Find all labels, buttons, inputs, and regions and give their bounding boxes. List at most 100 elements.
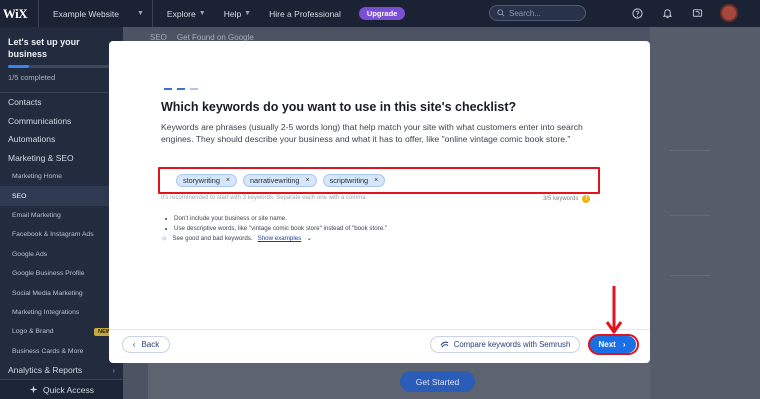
nav-help-label: Help [223,8,242,19]
keywords-modal: Which keywords do you want to use in thi… [109,41,650,363]
modal-heading: Which keywords do you want to use in thi… [161,100,517,114]
sidebar-item-label: Contacts [8,97,42,108]
sidebar-item-label: Automations [8,134,56,145]
show-examples-link[interactable]: Show examples [258,234,302,244]
background-line [670,275,710,276]
keywords-hint: It's recommended to start with 3 keyword… [161,195,368,201]
nav-explore-label: Explore [166,8,196,19]
search-placeholder: Search... [509,8,542,18]
chevron-down-icon: ▼ [136,10,144,17]
nav-hire-professional[interactable]: Hire a Professional [269,9,341,19]
quick-access-button[interactable]: Quick Access [0,379,123,399]
sidebar-subitem-label: Facebook & Instagram Ads [12,231,94,239]
divider [151,0,153,27]
chevron-down-icon[interactable]: ⌄ [306,234,312,244]
keyword-tag-label: storywriting [183,176,220,185]
sidebar-subitem-business-cards[interactable]: Business Cards & More [0,342,123,361]
modal-description: Keywords are phrases (usually 2-5 words … [161,122,583,145]
sidebar-subitem-label: Google Ads [12,250,48,258]
chevron-right-icon: › [112,365,115,375]
setup-progress-bar [8,65,115,68]
sidebar-subitem-google-business-profile[interactable]: Google Business Profile [0,264,123,283]
sidebar-item-contacts[interactable]: Contacts› [0,93,123,112]
sidebar-item-label: Communications [8,115,72,126]
sidebar-subitem-label: Business Cards & More [12,347,84,355]
chevron-down-icon: ▼ [244,10,252,17]
remove-tag-icon[interactable]: × [226,177,230,184]
sidebar-subitem-social-media-marketing[interactable]: Social Media Marketing [0,283,123,302]
user-avatar[interactable] [720,4,738,22]
quick-access-label: Quick Access [42,384,95,395]
site-selector[interactable]: Example Website ▼ [53,0,144,27]
compare-semrush-button[interactable]: Compare keywords with Semrush [430,336,580,353]
bullet-dot [165,218,167,220]
nav-explore[interactable]: Explore ▼ [167,9,206,19]
setup-widget[interactable]: Let's set up your business 1/5 completed [0,27,123,82]
sidebar-subitem-facebook-instagram-ads[interactable]: Facebook & Instagram Ads [0,225,123,244]
sidebar-item-label: Analytics & Reports [8,365,83,376]
keyword-tag[interactable]: narrativewriting × [243,174,317,187]
site-name: Example Website [53,8,119,19]
tip-item: Use descriptive words, like "vintage com… [161,224,387,234]
tip-text: Don't include your business or site name… [174,215,287,222]
bullet-dot [165,228,167,230]
keyword-tag[interactable]: scriptwriting × [322,174,386,187]
keyword-tips: Don't include your business or site name… [161,214,387,244]
top-icons [630,6,704,20]
red-highlight-annotation [588,334,639,355]
keyword-tag[interactable]: storywriting × [176,174,237,187]
sidebar-subitem-label: SEO [12,192,27,200]
search-input[interactable]: Search... [489,5,586,21]
upgrade-button[interactable]: Upgrade [358,7,406,20]
sidebar-item-label: Marketing & SEO [8,152,74,163]
keywords-input[interactable]: storywriting × narrativewriting × scriptwr… [158,167,600,194]
compare-semrush-label: Compare keywords with Semrush [453,340,571,349]
search-icon [497,9,505,17]
sidebar-item-communications[interactable]: Communications› [0,112,123,131]
sidebar-subitem-label: Google Business Profile [12,270,85,278]
divider [38,0,39,27]
sidebar-item-analytics-reports[interactable]: Analytics & Reports › [0,361,123,380]
nav-hire-label: Hire a Professional [269,8,341,19]
quick-access-icon [29,385,38,394]
background-right-panel [650,27,760,399]
sidebar-subitem-google-ads[interactable]: Google Ads [0,245,123,264]
get-started-button[interactable]: Get Started [400,371,475,392]
step-marker [190,88,198,90]
remove-tag-icon[interactable]: × [374,177,378,184]
wix-logo[interactable]: WiX [0,6,30,22]
sidebar-subitem-email-marketing[interactable]: Email Marketing [0,206,123,225]
lightbulb-icon: ☼ [161,235,168,242]
step-marker [177,88,185,90]
nav-help[interactable]: Help ▼ [224,9,251,19]
keywords-count: 3/5 keywords ! [543,195,591,203]
sidebar-menu: Contacts› Communications› Automations Ma… [0,93,123,379]
back-button[interactable]: ‹ Back [122,336,170,353]
modal-footer-divider [109,329,650,330]
sidebar-item-marketing-seo[interactable]: Marketing & SEOˆ [0,149,123,168]
remove-tag-icon[interactable]: × [305,177,309,184]
examples-prefix: See good and bad keywords. [172,235,253,242]
tip-text: Use descriptive words, like "vintage com… [174,225,388,232]
sidebar-subitem-logo-brand[interactable]: Logo & Brand NEW [0,322,123,341]
chevron-left-icon: ‹ [132,340,136,349]
help-icon[interactable] [630,6,644,20]
red-arrow-annotation [605,286,623,334]
sidebar-subitem-label: Marketing Home [12,173,62,181]
step-indicator [164,88,198,90]
setup-title: Let's set up your business [8,37,80,59]
semrush-icon [440,341,449,348]
sidebar-subitem-label: Logo & Brand [12,328,54,336]
keyword-tag-label: scriptwriting [329,176,369,185]
tip-item: Don't include your business or site name… [161,214,387,224]
examples-row: ☼ See good and bad keywords. Show exampl… [161,234,387,244]
sidebar-subitem-seo[interactable]: SEO [0,186,123,206]
sidebar-item-automations[interactable]: Automations [0,130,123,149]
background-line [670,150,710,151]
sidebar-subitem-marketing-home[interactable]: Marketing Home [0,167,123,186]
setup-status: 1/5 completed [8,73,56,82]
sidebar: Let's set up your business 1/5 completed… [0,27,123,399]
megaphone-icon[interactable] [690,6,704,20]
notifications-bell-icon[interactable] [660,6,674,20]
sidebar-subitem-marketing-integrations[interactable]: Marketing Integrations [0,303,123,322]
